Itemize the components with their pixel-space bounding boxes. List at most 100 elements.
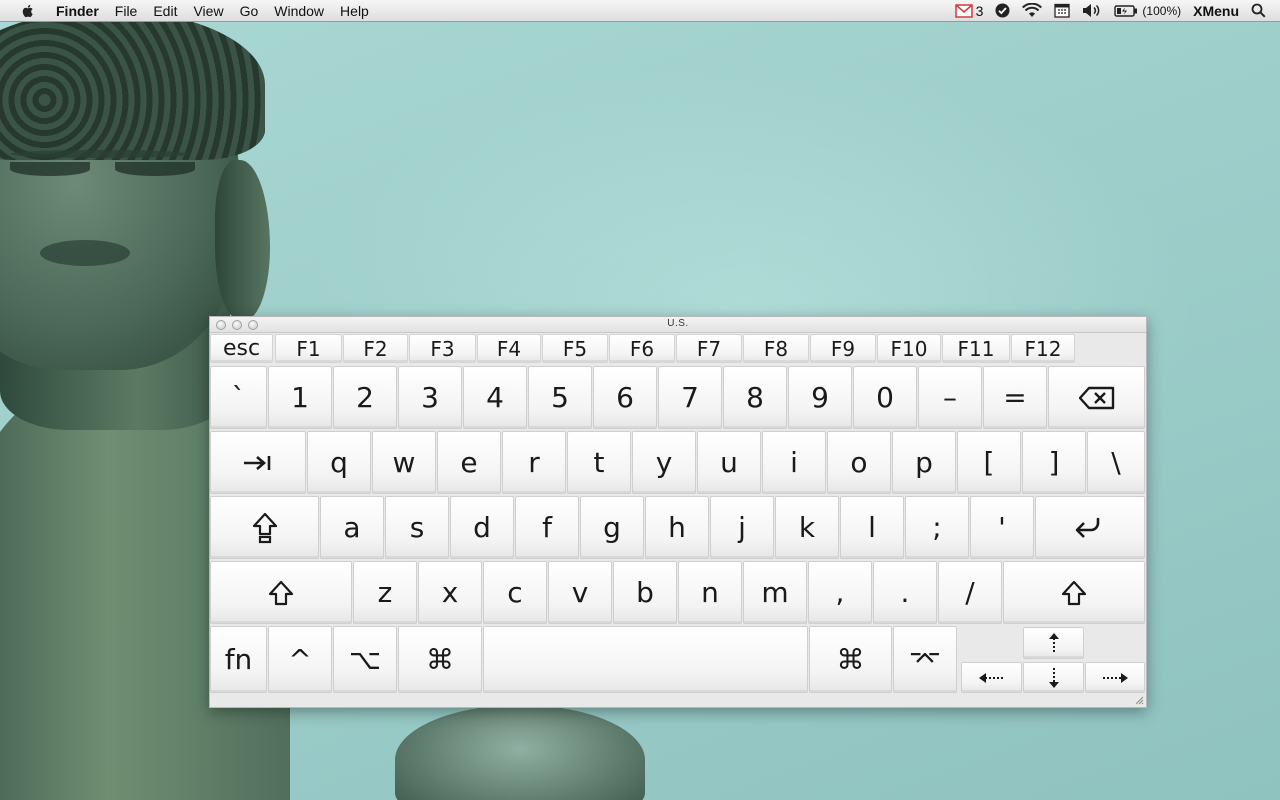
key-t[interactable]: t — [567, 431, 631, 494]
key-h[interactable]: h — [645, 496, 709, 559]
menu-view[interactable]: View — [185, 0, 231, 22]
keyboard-viewer-window: U.S. esc F1 F2 F3 F4 F5 F6 F7 F8 F9 F10 … — [209, 316, 1147, 708]
key-shift-right[interactable] — [1003, 561, 1145, 624]
key-m[interactable]: m — [743, 561, 807, 624]
key-slash[interactable]: / — [938, 561, 1002, 624]
key-e[interactable]: e — [437, 431, 501, 494]
key-o[interactable]: o — [827, 431, 891, 494]
key-f2[interactable]: F2 — [343, 334, 408, 363]
key-c[interactable]: c — [483, 561, 547, 624]
key-quote[interactable]: ' — [970, 496, 1034, 559]
key-i[interactable]: i — [762, 431, 826, 494]
key-6[interactable]: 6 — [593, 366, 657, 429]
menu-go[interactable]: Go — [232, 0, 267, 22]
keyboard-keys: esc F1 F2 F3 F4 F5 F6 F7 F8 F9 F10 F11 F… — [210, 333, 1146, 707]
calendar-icon[interactable] — [1054, 0, 1071, 22]
key-semicolon[interactable]: ; — [905, 496, 969, 559]
key-1[interactable]: 1 — [268, 366, 332, 429]
key-u[interactable]: u — [697, 431, 761, 494]
key-4[interactable]: 4 — [463, 366, 527, 429]
key-x[interactable]: x — [418, 561, 482, 624]
key-a[interactable]: a — [320, 496, 384, 559]
key-right-bracket[interactable]: ] — [1022, 431, 1086, 494]
key-f6[interactable]: F6 — [609, 334, 675, 363]
key-return[interactable] — [1035, 496, 1145, 559]
key-g[interactable]: g — [580, 496, 644, 559]
key-l[interactable]: l — [840, 496, 904, 559]
key-f10[interactable]: F10 — [877, 334, 941, 363]
key-arrow-up[interactable] — [1023, 627, 1084, 659]
key-n[interactable]: n — [678, 561, 742, 624]
key-p[interactable]: p — [892, 431, 956, 494]
key-y[interactable]: y — [632, 431, 696, 494]
key-j[interactable]: j — [710, 496, 774, 559]
key-2[interactable]: 2 — [333, 366, 397, 429]
key-z[interactable]: z — [353, 561, 417, 624]
key-w[interactable]: w — [372, 431, 436, 494]
key-arrow-down[interactable] — [1023, 662, 1084, 693]
wallpaper-statue-ear — [215, 160, 270, 320]
key-fn[interactable]: fn — [210, 626, 267, 693]
menu-finder[interactable]: Finder — [48, 0, 107, 22]
wifi-icon[interactable] — [1022, 0, 1043, 22]
key-8[interactable]: 8 — [723, 366, 787, 429]
key-command-left[interactable]: ⌘ — [398, 626, 482, 693]
key-comma[interactable]: , — [808, 561, 872, 624]
key-f9[interactable]: F9 — [810, 334, 876, 363]
key-esc[interactable]: esc — [210, 334, 273, 363]
key-arrow-left[interactable] — [961, 662, 1022, 693]
key-shift-left[interactable] — [210, 561, 352, 624]
key-v[interactable]: v — [548, 561, 612, 624]
key-f4[interactable]: F4 — [477, 334, 541, 363]
delete-icon — [1078, 386, 1114, 409]
battery-icon — [1114, 4, 1138, 17]
mail-status[interactable]: 3 — [954, 0, 983, 22]
key-period[interactable]: . — [873, 561, 937, 624]
key-equals[interactable]: = — [983, 366, 1047, 429]
xmenu-item[interactable]: XMenu — [1193, 0, 1239, 22]
key-f8[interactable]: F8 — [743, 334, 809, 363]
key-r[interactable]: r — [502, 431, 566, 494]
key-b[interactable]: b — [613, 561, 677, 624]
battery-status[interactable]: (100%) — [1114, 0, 1181, 22]
key-backslash[interactable]: \ — [1087, 431, 1145, 494]
key-backtick[interactable]: ` — [210, 366, 267, 429]
checkmark-circle-icon[interactable] — [995, 0, 1010, 22]
menu-edit[interactable]: Edit — [145, 0, 185, 22]
menu-help[interactable]: Help — [332, 0, 377, 22]
key-caps-lock[interactable] — [210, 496, 319, 559]
window-titlebar[interactable]: U.S. — [210, 317, 1146, 333]
key-f12[interactable]: F12 — [1011, 334, 1075, 363]
key-q[interactable]: q — [307, 431, 371, 494]
resize-grip-icon[interactable] — [1134, 695, 1144, 705]
key-space[interactable] — [483, 626, 808, 693]
key-9[interactable]: 9 — [788, 366, 852, 429]
key-minus[interactable]: – — [918, 366, 982, 429]
key-control[interactable]: ^ — [268, 626, 332, 693]
key-delete[interactable] — [1048, 366, 1145, 429]
key-s[interactable]: s — [385, 496, 449, 559]
spotlight-search-icon[interactable] — [1251, 0, 1266, 22]
key-d[interactable]: d — [450, 496, 514, 559]
key-tab[interactable] — [210, 431, 306, 494]
menu-file[interactable]: File — [107, 0, 146, 22]
key-7[interactable]: 7 — [658, 366, 722, 429]
key-f1[interactable]: F1 — [275, 334, 342, 363]
key-left-bracket[interactable]: [ — [957, 431, 1021, 494]
menu-window[interactable]: Window — [266, 0, 332, 22]
key-0[interactable]: 0 — [853, 366, 917, 429]
key-right-option[interactable]: ⌤ — [893, 626, 957, 693]
key-k[interactable]: k — [775, 496, 839, 559]
key-f[interactable]: f — [515, 496, 579, 559]
key-f11[interactable]: F11 — [942, 334, 1010, 363]
key-f7[interactable]: F7 — [676, 334, 742, 363]
apple-menu-icon[interactable] — [20, 3, 36, 19]
key-command-right[interactable]: ⌘ — [809, 626, 892, 693]
key-f5[interactable]: F5 — [542, 334, 608, 363]
key-option[interactable]: ⌥ — [333, 626, 397, 693]
key-arrow-right[interactable] — [1085, 662, 1145, 693]
key-f3[interactable]: F3 — [409, 334, 476, 363]
volume-icon[interactable] — [1082, 0, 1102, 22]
key-5[interactable]: 5 — [528, 366, 592, 429]
key-3[interactable]: 3 — [398, 366, 462, 429]
